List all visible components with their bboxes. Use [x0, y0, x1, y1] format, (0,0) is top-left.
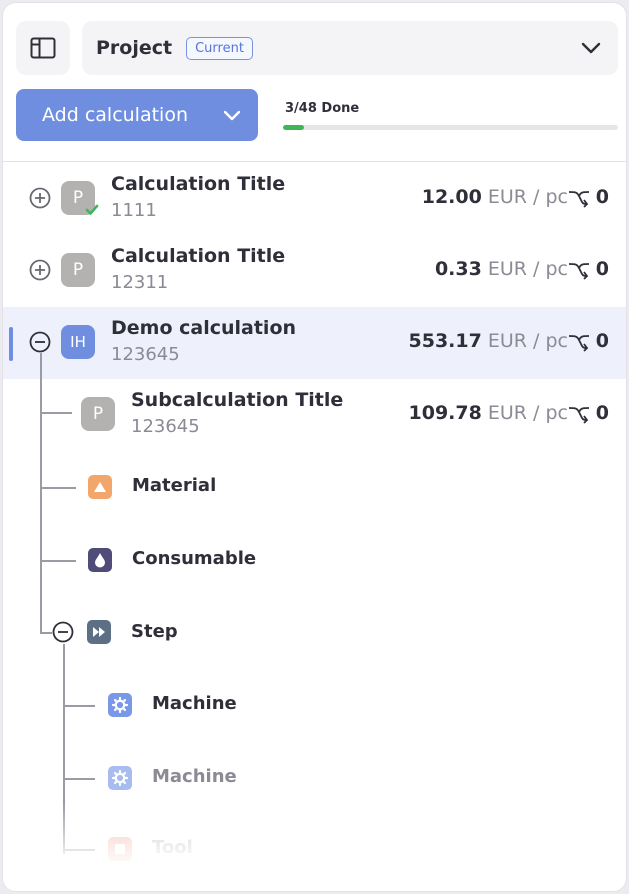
tree-row-calculation-1[interactable]: P Calculation Title 1111 12.00 EUR / pc …: [3, 163, 626, 235]
price-unit: EUR / pc: [487, 186, 568, 208]
price-unit: EUR / pc: [487, 258, 568, 280]
link-count: 0: [595, 330, 609, 352]
avatar: IH: [61, 325, 95, 359]
calculation-price: 0.33 EUR / pc: [435, 258, 568, 280]
price-value: 109.78: [408, 402, 482, 424]
calculation-title: Calculation Title: [111, 173, 286, 195]
calculation-title: Calculation Title: [111, 245, 286, 267]
price-value: 553.17: [408, 330, 482, 352]
calculation-title: Demo calculation: [111, 317, 297, 339]
tree-item-machine[interactable]: Machine: [152, 693, 237, 714]
chevron-down-icon: [581, 42, 601, 54]
link-branch-icon: [568, 263, 590, 280]
sidebar-toggle-button[interactable]: [16, 21, 70, 75]
progress-bar: [283, 125, 618, 130]
tree-item-tool[interactable]: Tool: [152, 837, 193, 858]
price-value: 12.00: [421, 186, 482, 208]
calculation-id: 1111: [111, 200, 157, 221]
tree-connector: [63, 644, 65, 854]
minus-circle-icon[interactable]: [29, 331, 51, 353]
progress-fill: [283, 125, 304, 130]
calculation-id: 123645: [111, 344, 180, 365]
avatar: P: [61, 253, 95, 287]
machine-gear-icon: [108, 693, 132, 717]
tree-connector: [40, 560, 76, 562]
calculation-price: 109.78 EUR / pc: [409, 402, 568, 424]
tool-icon: [108, 837, 132, 861]
progress-label: 3/48 Done: [285, 101, 360, 116]
add-calculation-label: Add calculation: [42, 104, 188, 126]
check-icon: [85, 204, 99, 215]
plus-circle-icon[interactable]: [29, 187, 51, 209]
link-branch-icon: [568, 407, 590, 424]
calculation-price: 12.00 EUR / pc: [422, 186, 568, 208]
link-count: 0: [595, 258, 609, 280]
minus-circle-icon[interactable]: [52, 621, 74, 643]
price-unit: EUR / pc: [487, 402, 568, 424]
tree-row-demo-calculation[interactable]: IH Demo calculation 123645 553.17 EUR / …: [3, 307, 626, 379]
project-select[interactable]: Project Current: [82, 21, 618, 75]
header-divider: [3, 161, 626, 162]
tree-connector: [63, 849, 95, 851]
project-label: Project: [96, 37, 173, 59]
tree-connector: [63, 705, 95, 707]
calculation-panel: Project Current Add calculation 3/48 Don…: [2, 2, 627, 892]
calculation-price: 553.17 EUR / pc: [409, 330, 568, 352]
tree-connector: [40, 632, 52, 634]
plus-circle-icon[interactable]: [29, 259, 51, 281]
tree-connector: [40, 487, 76, 489]
link-count: 0: [595, 186, 609, 208]
tree-connector: [63, 778, 95, 780]
add-calculation-button[interactable]: Add calculation: [16, 89, 258, 141]
link-branch-icon: [568, 191, 590, 208]
calculation-title: Subcalculation Title: [131, 389, 344, 411]
tree-item-step[interactable]: Step: [131, 621, 178, 642]
price-unit: EUR / pc: [487, 330, 568, 352]
sidebar-layout-icon: [30, 37, 56, 59]
link-branch-icon: [568, 335, 590, 352]
tree-item-material[interactable]: Material: [132, 475, 216, 496]
tree-row-calculation-2[interactable]: P Calculation Title 12311 0.33 EUR / pc …: [3, 235, 626, 307]
calculation-id: 12311: [111, 272, 169, 293]
link-count: 0: [595, 402, 609, 424]
current-badge: Current: [186, 36, 253, 60]
calculation-id: 123645: [131, 416, 200, 437]
selection-indicator: [9, 327, 13, 361]
material-icon: [88, 475, 112, 499]
machine-gear-icon: [108, 766, 132, 790]
tree-item-consumable[interactable]: Consumable: [132, 548, 256, 569]
price-value: 0.33: [434, 258, 482, 280]
scroll-fade-overlay: [3, 803, 626, 891]
tree-item-machine[interactable]: Machine: [152, 766, 237, 787]
consumable-drop-icon: [88, 548, 112, 572]
chevron-down-icon: [223, 110, 241, 121]
tree-row-subcalculation[interactable]: P Subcalculation Title 123645 109.78 EUR…: [3, 379, 626, 451]
avatar: P: [81, 397, 115, 431]
step-fast-forward-icon: [87, 620, 111, 644]
